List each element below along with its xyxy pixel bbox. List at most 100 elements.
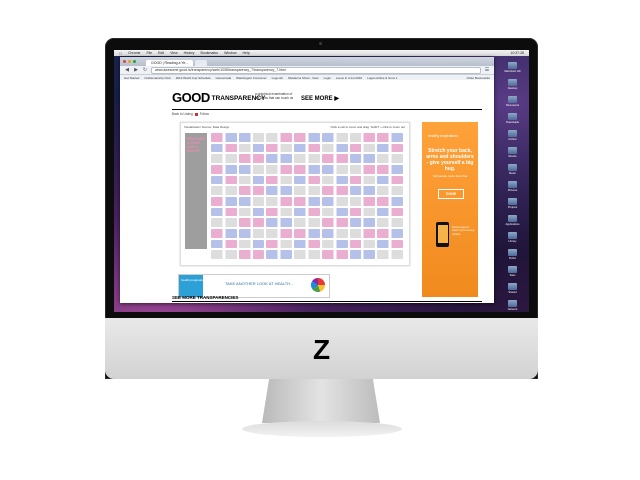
calendar-cell[interactable]	[266, 250, 293, 259]
menu-item-help[interactable]: Help	[243, 51, 250, 55]
calendar-cell[interactable]	[211, 154, 237, 163]
calendar-cell[interactable]	[238, 239, 265, 249]
page-menu-icon[interactable]: ☰	[484, 67, 490, 73]
calendar-cell[interactable]	[321, 186, 348, 195]
follow-icon[interactable]	[194, 112, 198, 116]
ad-done-button[interactable]: DONE	[438, 189, 464, 199]
calendar-cell[interactable]	[294, 154, 320, 163]
good-logo[interactable]: GOOD	[172, 90, 210, 105]
calendar-cell[interactable]	[266, 133, 293, 142]
calendar-cell[interactable]	[321, 218, 348, 227]
tab-good-transparency[interactable]: GOOD | Reading a Ye...	[146, 60, 194, 66]
menu-item-bookmarks[interactable]: Bookmarks	[201, 51, 219, 55]
calendar-cell[interactable]	[349, 165, 376, 174]
calendar-cell[interactable]	[266, 239, 293, 249]
infographic-panel[interactable]: Visualization Source: Data Design Click …	[180, 122, 410, 266]
forward-arrow-icon[interactable]: ▶	[133, 67, 139, 73]
back-link[interactable]: Back to Listing	[172, 112, 193, 116]
calendar-cell[interactable]	[266, 143, 293, 153]
calendar-cell[interactable]	[266, 154, 293, 163]
desktop-folder-icon[interactable]: Downloads	[506, 113, 519, 124]
calendar-cell[interactable]	[321, 207, 348, 217]
calendar-cell[interactable]	[266, 218, 293, 227]
calendar-cell[interactable]	[211, 250, 237, 259]
calendar-cell[interactable]	[349, 133, 376, 142]
calendar-cell[interactable]	[238, 250, 265, 259]
calendar-cell[interactable]	[377, 197, 403, 206]
calendar-cell[interactable]	[266, 175, 293, 185]
calendar-cell[interactable]	[211, 133, 237, 142]
calendar-cell[interactable]	[321, 229, 348, 238]
calendar-cell[interactable]	[294, 250, 320, 259]
calendar-cell[interactable]	[266, 186, 293, 195]
calendar-cell[interactable]	[321, 143, 348, 153]
desktop-folder-icon[interactable]: Music	[507, 164, 517, 175]
menu-item-window[interactable]: Window	[224, 51, 236, 55]
calendar-grid[interactable]	[211, 133, 403, 259]
calendar-cell[interactable]	[377, 175, 403, 185]
zoom-window-icon[interactable]	[133, 60, 136, 63]
calendar-cell[interactable]	[321, 165, 348, 174]
calendar-cell[interactable]	[377, 218, 403, 227]
calendar-cell[interactable]	[238, 207, 265, 217]
calendar-cell[interactable]	[238, 197, 265, 206]
calendar-cell[interactable]	[266, 165, 293, 174]
calendar-cell[interactable]	[349, 197, 376, 206]
calendar-cell[interactable]	[238, 175, 265, 185]
calendar-cell[interactable]	[294, 207, 320, 217]
desktop-folder-icon[interactable]: Desktop	[507, 79, 517, 90]
desktop-folder-icon[interactable]: Projects	[507, 198, 517, 209]
menubar-clock[interactable]: 10:37:28	[510, 51, 524, 55]
calendar-cell[interactable]	[211, 143, 237, 153]
reload-icon[interactable]: ↻	[142, 67, 148, 73]
calendar-cell[interactable]	[349, 143, 376, 153]
calendar-cell[interactable]	[321, 197, 348, 206]
follow-link[interactable]: Follow	[200, 112, 209, 116]
calendar-cell[interactable]	[321, 175, 348, 185]
calendar-cell[interactable]	[238, 143, 265, 153]
calendar-cell[interactable]	[377, 207, 403, 217]
menu-item-app[interactable]: Chrome	[128, 51, 140, 55]
calendar-cell[interactable]	[294, 133, 320, 142]
minimize-window-icon[interactable]	[128, 60, 131, 63]
calendar-cell[interactable]	[349, 207, 376, 217]
calendar-cell[interactable]	[349, 175, 376, 185]
desktop-folder-icon[interactable]: Sites	[507, 266, 517, 277]
calendar-cell[interactable]	[294, 143, 320, 153]
desktop-folder-icon[interactable]: Pictures	[507, 181, 517, 192]
close-window-icon[interactable]	[123, 60, 126, 63]
calendar-cell[interactable]	[211, 229, 237, 238]
calendar-cell[interactable]	[211, 186, 237, 195]
calendar-cell[interactable]	[294, 218, 320, 227]
calendar-cell[interactable]	[294, 186, 320, 195]
calendar-cell[interactable]	[377, 133, 403, 142]
calendar-cell[interactable]	[377, 165, 403, 174]
calendar-cell[interactable]	[294, 165, 320, 174]
desktop-folder-icon[interactable]: Archive	[507, 130, 517, 141]
calendar-cell[interactable]	[294, 239, 320, 249]
tab-new[interactable]	[195, 60, 208, 66]
more-transparencies-heading[interactable]: SEE MORE TRANSPARENCIES	[172, 295, 238, 300]
calendar-cell[interactable]	[321, 133, 348, 142]
desktop-folder-icon[interactable]: Applications	[506, 215, 520, 226]
calendar-cell[interactable]	[238, 133, 265, 142]
calendar-cell[interactable]	[377, 186, 403, 195]
calendar-cell[interactable]	[377, 143, 403, 153]
calendar-cell[interactable]	[349, 186, 376, 195]
desktop-folder-icon[interactable]: Shared	[507, 283, 517, 294]
side-advertisement[interactable]: healthy inspirations Stretch your back, …	[422, 122, 478, 297]
desktop-folder-icon[interactable]: Network	[507, 300, 517, 311]
calendar-cell[interactable]	[349, 250, 376, 259]
menu-item-view[interactable]: View	[170, 51, 178, 55]
calendar-cell[interactable]	[321, 239, 348, 249]
desktop-folder-icon[interactable]: Macintosh HD	[504, 62, 521, 73]
desktop-folder-icon[interactable]: Library	[507, 232, 517, 243]
calendar-cell[interactable]	[349, 218, 376, 227]
apple-menu-icon[interactable]: 	[119, 51, 122, 56]
calendar-cell[interactable]	[238, 229, 265, 238]
menu-item-history[interactable]: History	[184, 51, 195, 55]
back-arrow-icon[interactable]: ◀	[124, 67, 130, 73]
calendar-cell[interactable]	[349, 154, 376, 163]
menu-item-file[interactable]: File	[146, 51, 152, 55]
calendar-cell[interactable]	[211, 239, 237, 249]
